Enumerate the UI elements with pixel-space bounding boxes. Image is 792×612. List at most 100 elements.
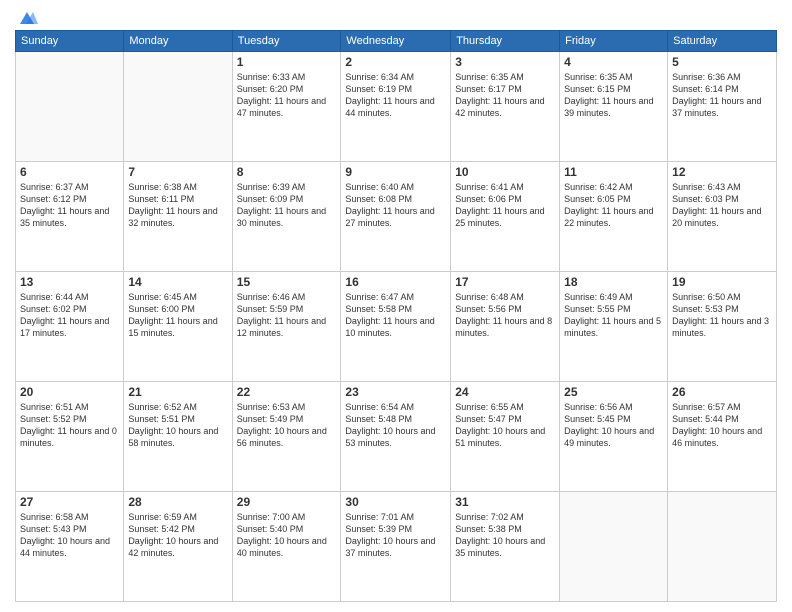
day-info: Sunrise: 6:59 AM Sunset: 5:42 PM Dayligh… bbox=[128, 511, 227, 560]
day-info: Sunrise: 6:47 AM Sunset: 5:58 PM Dayligh… bbox=[345, 291, 446, 340]
header bbox=[15, 10, 777, 24]
day-number: 28 bbox=[128, 495, 227, 509]
calendar-cell: 24 Sunrise: 6:55 AM Sunset: 5:47 PM Dayli… bbox=[451, 382, 560, 492]
day-info: Sunrise: 7:01 AM Sunset: 5:39 PM Dayligh… bbox=[345, 511, 446, 560]
day-number: 12 bbox=[672, 165, 772, 179]
day-number: 20 bbox=[20, 385, 119, 399]
day-info: Sunrise: 6:41 AM Sunset: 6:06 PM Dayligh… bbox=[455, 181, 555, 230]
day-header-wednesday: Wednesday bbox=[341, 31, 451, 52]
day-info: Sunrise: 6:34 AM Sunset: 6:19 PM Dayligh… bbox=[345, 71, 446, 120]
day-header-sunday: Sunday bbox=[16, 31, 124, 52]
calendar-cell: 16 Sunrise: 6:47 AM Sunset: 5:58 PM Dayli… bbox=[341, 272, 451, 382]
calendar-cell bbox=[16, 52, 124, 162]
day-number: 26 bbox=[672, 385, 772, 399]
calendar-cell: 23Sunrise: 6:54 AM Sunset: 5:48 PM Dayli… bbox=[341, 382, 451, 492]
calendar-cell: 25Sunrise: 6:56 AM Sunset: 5:45 PM Dayli… bbox=[560, 382, 668, 492]
day-info: Sunrise: 6:44 AM Sunset: 6:02 PM Dayligh… bbox=[20, 291, 119, 340]
calendar-cell: 15 Sunrise: 6:46 AM Sunset: 5:59 PM Dayli… bbox=[232, 272, 341, 382]
day-info: Sunrise: 6:50 AM Sunset: 5:53 PM Dayligh… bbox=[672, 291, 772, 340]
calendar-cell: 13 Sunrise: 6:44 AM Sunset: 6:02 PM Dayli… bbox=[16, 272, 124, 382]
day-info: Sunrise: 7:00 AM Sunset: 5:40 PM Dayligh… bbox=[237, 511, 337, 560]
calendar-cell: 30 Sunrise: 7:01 AM Sunset: 5:39 PM Dayli… bbox=[341, 492, 451, 602]
day-number: 14 bbox=[128, 275, 227, 289]
week-row-3: 20Sunrise: 6:51 AM Sunset: 5:52 PM Dayli… bbox=[16, 382, 777, 492]
day-info: Sunrise: 6:52 AM Sunset: 5:51 PM Dayligh… bbox=[128, 401, 227, 450]
calendar-cell: 2 Sunrise: 6:34 AM Sunset: 6:19 PM Daylig… bbox=[341, 52, 451, 162]
calendar-cell: 12 Sunrise: 6:43 AM Sunset: 6:03 PM Dayli… bbox=[668, 162, 777, 272]
calendar-cell: 27 Sunrise: 6:58 AM Sunset: 5:43 PM Dayli… bbox=[16, 492, 124, 602]
day-number: 27 bbox=[20, 495, 119, 509]
day-number: 24 bbox=[455, 385, 555, 399]
day-info: Sunrise: 6:35 AM Sunset: 6:17 PM Dayligh… bbox=[455, 71, 555, 120]
calendar-cell: 21 Sunrise: 6:52 AM Sunset: 5:51 PM Dayli… bbox=[124, 382, 232, 492]
day-info: Sunrise: 6:40 AM Sunset: 6:08 PM Dayligh… bbox=[345, 181, 446, 230]
day-number: 7 bbox=[128, 165, 227, 179]
week-row-2: 13 Sunrise: 6:44 AM Sunset: 6:02 PM Dayli… bbox=[16, 272, 777, 382]
day-header-monday: Monday bbox=[124, 31, 232, 52]
day-number: 15 bbox=[237, 275, 337, 289]
day-number: 16 bbox=[345, 275, 446, 289]
day-info: Sunrise: 6:42 AM Sunset: 6:05 PM Dayligh… bbox=[564, 181, 663, 230]
day-number: 4 bbox=[564, 55, 663, 69]
calendar-cell: 6 Sunrise: 6:37 AM Sunset: 6:12 PM Daylig… bbox=[16, 162, 124, 272]
day-number: 8 bbox=[237, 165, 337, 179]
day-info: Sunrise: 6:35 AM Sunset: 6:15 PM Dayligh… bbox=[564, 71, 663, 120]
day-header-saturday: Saturday bbox=[668, 31, 777, 52]
day-number: 30 bbox=[345, 495, 446, 509]
day-number: 18 bbox=[564, 275, 663, 289]
calendar-cell: 17 Sunrise: 6:48 AM Sunset: 5:56 PM Dayli… bbox=[451, 272, 560, 382]
day-number: 22 bbox=[237, 385, 337, 399]
day-info: Sunrise: 6:45 AM Sunset: 6:00 PM Dayligh… bbox=[128, 291, 227, 340]
calendar-cell: 29 Sunrise: 7:00 AM Sunset: 5:40 PM Dayli… bbox=[232, 492, 341, 602]
day-number: 2 bbox=[345, 55, 446, 69]
calendar-cell: 20Sunrise: 6:51 AM Sunset: 5:52 PM Dayli… bbox=[16, 382, 124, 492]
calendar-cell: 26 Sunrise: 6:57 AM Sunset: 5:44 PM Dayli… bbox=[668, 382, 777, 492]
day-info: Sunrise: 6:33 AM Sunset: 6:20 PM Dayligh… bbox=[237, 71, 337, 120]
calendar-cell: 1 Sunrise: 6:33 AM Sunset: 6:20 PM Daylig… bbox=[232, 52, 341, 162]
calendar-cell: 7Sunrise: 6:38 AM Sunset: 6:11 PM Daylig… bbox=[124, 162, 232, 272]
calendar-cell: 18 Sunrise: 6:49 AM Sunset: 5:55 PM Dayli… bbox=[560, 272, 668, 382]
logo-icon bbox=[16, 10, 38, 28]
day-info: Sunrise: 6:49 AM Sunset: 5:55 PM Dayligh… bbox=[564, 291, 663, 340]
day-info: Sunrise: 6:43 AM Sunset: 6:03 PM Dayligh… bbox=[672, 181, 772, 230]
day-number: 17 bbox=[455, 275, 555, 289]
page: SundayMondayTuesdayWednesdayThursdayFrid… bbox=[0, 0, 792, 612]
logo bbox=[15, 10, 39, 24]
day-info: Sunrise: 6:48 AM Sunset: 5:56 PM Dayligh… bbox=[455, 291, 555, 340]
week-row-4: 27 Sunrise: 6:58 AM Sunset: 5:43 PM Dayli… bbox=[16, 492, 777, 602]
calendar-cell: 8 Sunrise: 6:39 AM Sunset: 6:09 PM Daylig… bbox=[232, 162, 341, 272]
day-number: 3 bbox=[455, 55, 555, 69]
day-header-friday: Friday bbox=[560, 31, 668, 52]
calendar-cell bbox=[560, 492, 668, 602]
calendar-cell: 14 Sunrise: 6:45 AM Sunset: 6:00 PM Dayli… bbox=[124, 272, 232, 382]
day-info: Sunrise: 6:36 AM Sunset: 6:14 PM Dayligh… bbox=[672, 71, 772, 120]
week-row-1: 6 Sunrise: 6:37 AM Sunset: 6:12 PM Daylig… bbox=[16, 162, 777, 272]
calendar-cell: 4 Sunrise: 6:35 AM Sunset: 6:15 PM Daylig… bbox=[560, 52, 668, 162]
header-row: SundayMondayTuesdayWednesdayThursdayFrid… bbox=[16, 31, 777, 52]
day-number: 6 bbox=[20, 165, 119, 179]
calendar-cell: 10Sunrise: 6:41 AM Sunset: 6:06 PM Dayli… bbox=[451, 162, 560, 272]
calendar-cell: 31Sunrise: 7:02 AM Sunset: 5:38 PM Dayli… bbox=[451, 492, 560, 602]
day-number: 13 bbox=[20, 275, 119, 289]
calendar-cell: 11 Sunrise: 6:42 AM Sunset: 6:05 PM Dayli… bbox=[560, 162, 668, 272]
day-number: 1 bbox=[237, 55, 337, 69]
day-number: 25 bbox=[564, 385, 663, 399]
day-number: 11 bbox=[564, 165, 663, 179]
calendar-table: SundayMondayTuesdayWednesdayThursdayFrid… bbox=[15, 30, 777, 602]
day-info: Sunrise: 6:57 AM Sunset: 5:44 PM Dayligh… bbox=[672, 401, 772, 450]
day-number: 21 bbox=[128, 385, 227, 399]
day-number: 29 bbox=[237, 495, 337, 509]
calendar-cell: 5Sunrise: 6:36 AM Sunset: 6:14 PM Daylig… bbox=[668, 52, 777, 162]
day-info: Sunrise: 6:55 AM Sunset: 5:47 PM Dayligh… bbox=[455, 401, 555, 450]
day-info: Sunrise: 6:39 AM Sunset: 6:09 PM Dayligh… bbox=[237, 181, 337, 230]
calendar-cell: 19 Sunrise: 6:50 AM Sunset: 5:53 PM Dayli… bbox=[668, 272, 777, 382]
day-info: Sunrise: 6:53 AM Sunset: 5:49 PM Dayligh… bbox=[237, 401, 337, 450]
day-info: Sunrise: 6:58 AM Sunset: 5:43 PM Dayligh… bbox=[20, 511, 119, 560]
day-info: Sunrise: 7:02 AM Sunset: 5:38 PM Dayligh… bbox=[455, 511, 555, 560]
calendar-cell bbox=[668, 492, 777, 602]
calendar-cell: 3 Sunrise: 6:35 AM Sunset: 6:17 PM Daylig… bbox=[451, 52, 560, 162]
day-info: Sunrise: 6:37 AM Sunset: 6:12 PM Dayligh… bbox=[20, 181, 119, 230]
day-info: Sunrise: 6:46 AM Sunset: 5:59 PM Dayligh… bbox=[237, 291, 337, 340]
day-number: 19 bbox=[672, 275, 772, 289]
calendar-cell bbox=[124, 52, 232, 162]
